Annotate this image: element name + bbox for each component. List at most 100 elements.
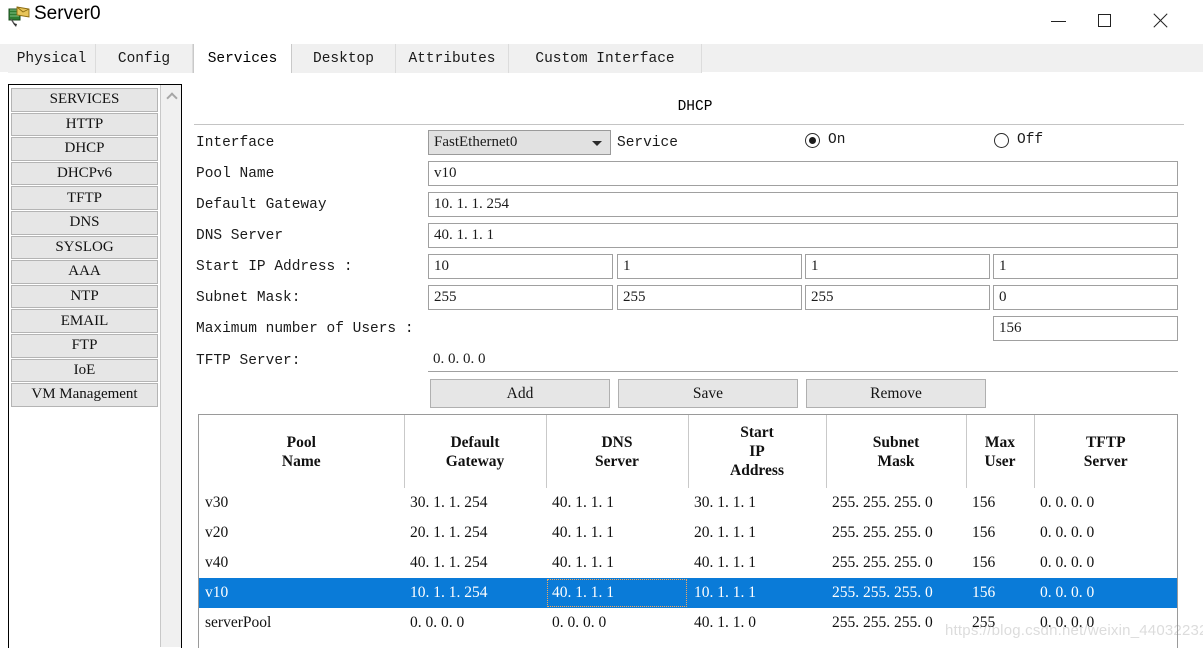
server-properties-window: Server0 Physical Config Services Desktop… (0, 0, 1203, 648)
start-ip-octet-4-value: 1 (999, 258, 1007, 274)
column-header-default-gateway[interactable]: Default Gateway (404, 415, 547, 488)
cell-start-ip[interactable]: 20. 1. 1. 1 (688, 518, 826, 548)
cell-max-user[interactable]: 156 (966, 488, 1034, 518)
cell-pool-name[interactable]: v30 (199, 488, 404, 518)
tab-config[interactable]: Config (96, 44, 193, 73)
cell-start-ip[interactable]: 40. 1. 1. 0 (688, 608, 826, 638)
tab-custom-interface[interactable]: Custom Interface (509, 44, 702, 73)
cell-default-gateway[interactable]: 40. 1. 1. 254 (404, 548, 546, 578)
max-users-input[interactable]: 156 (993, 316, 1178, 341)
cell-subnet-mask[interactable]: 255. 255. 255. 0 (826, 488, 966, 518)
sidebar-item-services[interactable]: SERVICES (11, 88, 158, 112)
cell-subnet-mask[interactable]: 255. 255. 255. 0 (826, 608, 966, 638)
cell-subnet-mask[interactable]: 255. 255. 255. 0 (826, 578, 966, 608)
cell-max-user[interactable]: 156 (966, 548, 1034, 578)
remove-button[interactable]: Remove (806, 379, 986, 408)
cell-default-gateway[interactable]: 30. 1. 1. 254 (404, 488, 546, 518)
sidebar-item-dhcp[interactable]: DHCP (11, 137, 158, 161)
cell-pool-name[interactable]: v20 (199, 518, 404, 548)
dns-server-value: 40. 1. 1. 1 (434, 227, 494, 243)
page-title: DHCP (677, 99, 713, 115)
subnet-mask-octet-3[interactable]: 255 (805, 285, 990, 310)
sidebar-item-http[interactable]: HTTP (11, 112, 158, 137)
column-header-dns-server[interactable]: DNS Server (546, 415, 689, 488)
default-gateway-input[interactable]: 10. 1. 1. 254 (428, 192, 1178, 217)
table-row[interactable]: v30 30. 1. 1. 254 40. 1. 1. 1 30. 1. 1. … (199, 488, 1177, 518)
header-text-tftp-server: TFTP Server (1083, 433, 1128, 470)
cell-max-user[interactable]: 255 (966, 608, 1034, 638)
cell-tftp-server[interactable]: 0. 0. 0. 0 (1034, 608, 1177, 638)
tab-services[interactable]: Services (193, 44, 292, 73)
cell-max-user[interactable]: 156 (966, 578, 1034, 608)
tab-physical[interactable]: Physical (8, 44, 96, 73)
service-off-radio[interactable]: Off (994, 132, 1043, 148)
start-ip-octet-3[interactable]: 1 (805, 254, 990, 279)
start-ip-octet-4[interactable]: 1 (993, 254, 1178, 279)
cell-start-ip[interactable]: 30. 1. 1. 1 (688, 488, 826, 518)
sidebar-item-vm-management[interactable]: VM Management (11, 383, 158, 407)
cell-max-user[interactable]: 156 (966, 518, 1034, 548)
tftp-server-input[interactable]: 0. 0. 0. 0 (428, 347, 1178, 372)
radio-on-icon (805, 132, 820, 148)
tab-desktop[interactable]: Desktop (292, 44, 396, 73)
add-button[interactable]: Add (430, 379, 610, 408)
sidebar-scroll-up-button[interactable] (161, 87, 181, 105)
cell-default-gateway[interactable]: 0. 0. 0. 0 (404, 608, 546, 638)
sidebar-item-ioe[interactable]: IoE (11, 358, 158, 383)
sidebar-item-dns[interactable]: DNS (11, 210, 158, 235)
cell-tftp-server[interactable]: 0. 0. 0. 0 (1034, 488, 1177, 518)
sidebar-item-aaa[interactable]: AAA (11, 260, 158, 284)
pool-name-input[interactable]: v10 (428, 161, 1178, 186)
cell-dns-server[interactable]: 40. 1. 1. 1 (546, 518, 688, 548)
cell-dns-server[interactable]: 0. 0. 0. 0 (546, 608, 688, 638)
sidebar-item-ftp[interactable]: FTP (11, 333, 158, 358)
cell-dns-server[interactable]: 40. 1. 1. 1 (546, 578, 688, 608)
dhcp-pool-table-container[interactable]: Pool Name Default Gateway DNS Server Sta… (198, 414, 1178, 648)
column-header-pool-name[interactable]: Pool Name (199, 415, 405, 488)
cell-tftp-server[interactable]: 0. 0. 0. 0 (1034, 548, 1177, 578)
column-header-start-ip[interactable]: Start IP Address (688, 415, 827, 488)
column-header-subnet-mask[interactable]: Subnet Mask (826, 415, 967, 488)
sidebar-item-tftp[interactable]: TFTP (11, 186, 158, 210)
sidebar-item-ntp[interactable]: NTP (11, 284, 158, 309)
cell-start-ip[interactable]: 10. 1. 1. 1 (688, 578, 826, 608)
cell-dns-server[interactable]: 40. 1. 1. 1 (546, 488, 688, 518)
cell-pool-name[interactable]: v10 (199, 578, 404, 608)
cell-pool-name[interactable]: v40 (199, 548, 404, 578)
service-on-radio[interactable]: On (805, 132, 845, 148)
interface-select[interactable]: FastEthernet0 (428, 130, 611, 155)
table-row[interactable]: v20 20. 1. 1. 254 40. 1. 1. 1 20. 1. 1. … (199, 518, 1177, 548)
table-row[interactable]: v40 40. 1. 1. 254 40. 1. 1. 1 40. 1. 1. … (199, 548, 1177, 578)
column-header-max-user[interactable]: Max User (966, 415, 1035, 488)
cell-default-gateway[interactable]: 20. 1. 1. 254 (404, 518, 546, 548)
column-header-tftp-server[interactable]: TFTP Server (1034, 415, 1177, 488)
minimize-button[interactable] (1035, 0, 1081, 41)
cell-tftp-server[interactable]: 0. 0. 0. 0 (1034, 578, 1177, 608)
cell-subnet-mask[interactable]: 255. 255. 255. 0 (826, 548, 966, 578)
remove-button-label: Remove (870, 384, 922, 402)
start-ip-octet-3-value: 1 (811, 258, 819, 274)
cell-default-gateway[interactable]: 10. 1. 1. 254 (404, 578, 546, 608)
table-row-selected[interactable]: v10 10. 1. 1. 254 40. 1. 1. 1 10. 1. 1. … (199, 578, 1177, 608)
sidebar-item-email[interactable]: EMAIL (11, 309, 158, 333)
table-row[interactable]: serverPool 0. 0. 0. 0 0. 0. 0. 0 40. 1. … (199, 608, 1177, 638)
subnet-mask-octet-1[interactable]: 255 (428, 285, 613, 310)
dns-server-input[interactable]: 40. 1. 1. 1 (428, 223, 1178, 248)
start-ip-octet-2[interactable]: 1 (617, 254, 802, 279)
close-button[interactable] (1137, 0, 1183, 41)
sidebar-item-syslog[interactable]: SYSLOG (11, 235, 158, 260)
cell-start-ip[interactable]: 40. 1. 1. 1 (688, 548, 826, 578)
cell-dns-server[interactable]: 40. 1. 1. 1 (546, 548, 688, 578)
header-text-default-gateway: Default Gateway (445, 433, 505, 470)
sidebar-scrollbar[interactable] (160, 85, 181, 647)
maximize-button[interactable] (1081, 0, 1127, 41)
save-button[interactable]: Save (618, 379, 798, 408)
sidebar-item-dhcpv6[interactable]: DHCPv6 (11, 161, 158, 186)
cell-subnet-mask[interactable]: 255. 255. 255. 0 (826, 518, 966, 548)
cell-pool-name[interactable]: serverPool (199, 608, 404, 638)
cell-tftp-server[interactable]: 0. 0. 0. 0 (1034, 518, 1177, 548)
subnet-mask-octet-4[interactable]: 0 (993, 285, 1178, 310)
start-ip-octet-1[interactable]: 10 (428, 254, 613, 279)
tab-attributes[interactable]: Attributes (396, 44, 509, 73)
subnet-mask-octet-2[interactable]: 255 (617, 285, 802, 310)
